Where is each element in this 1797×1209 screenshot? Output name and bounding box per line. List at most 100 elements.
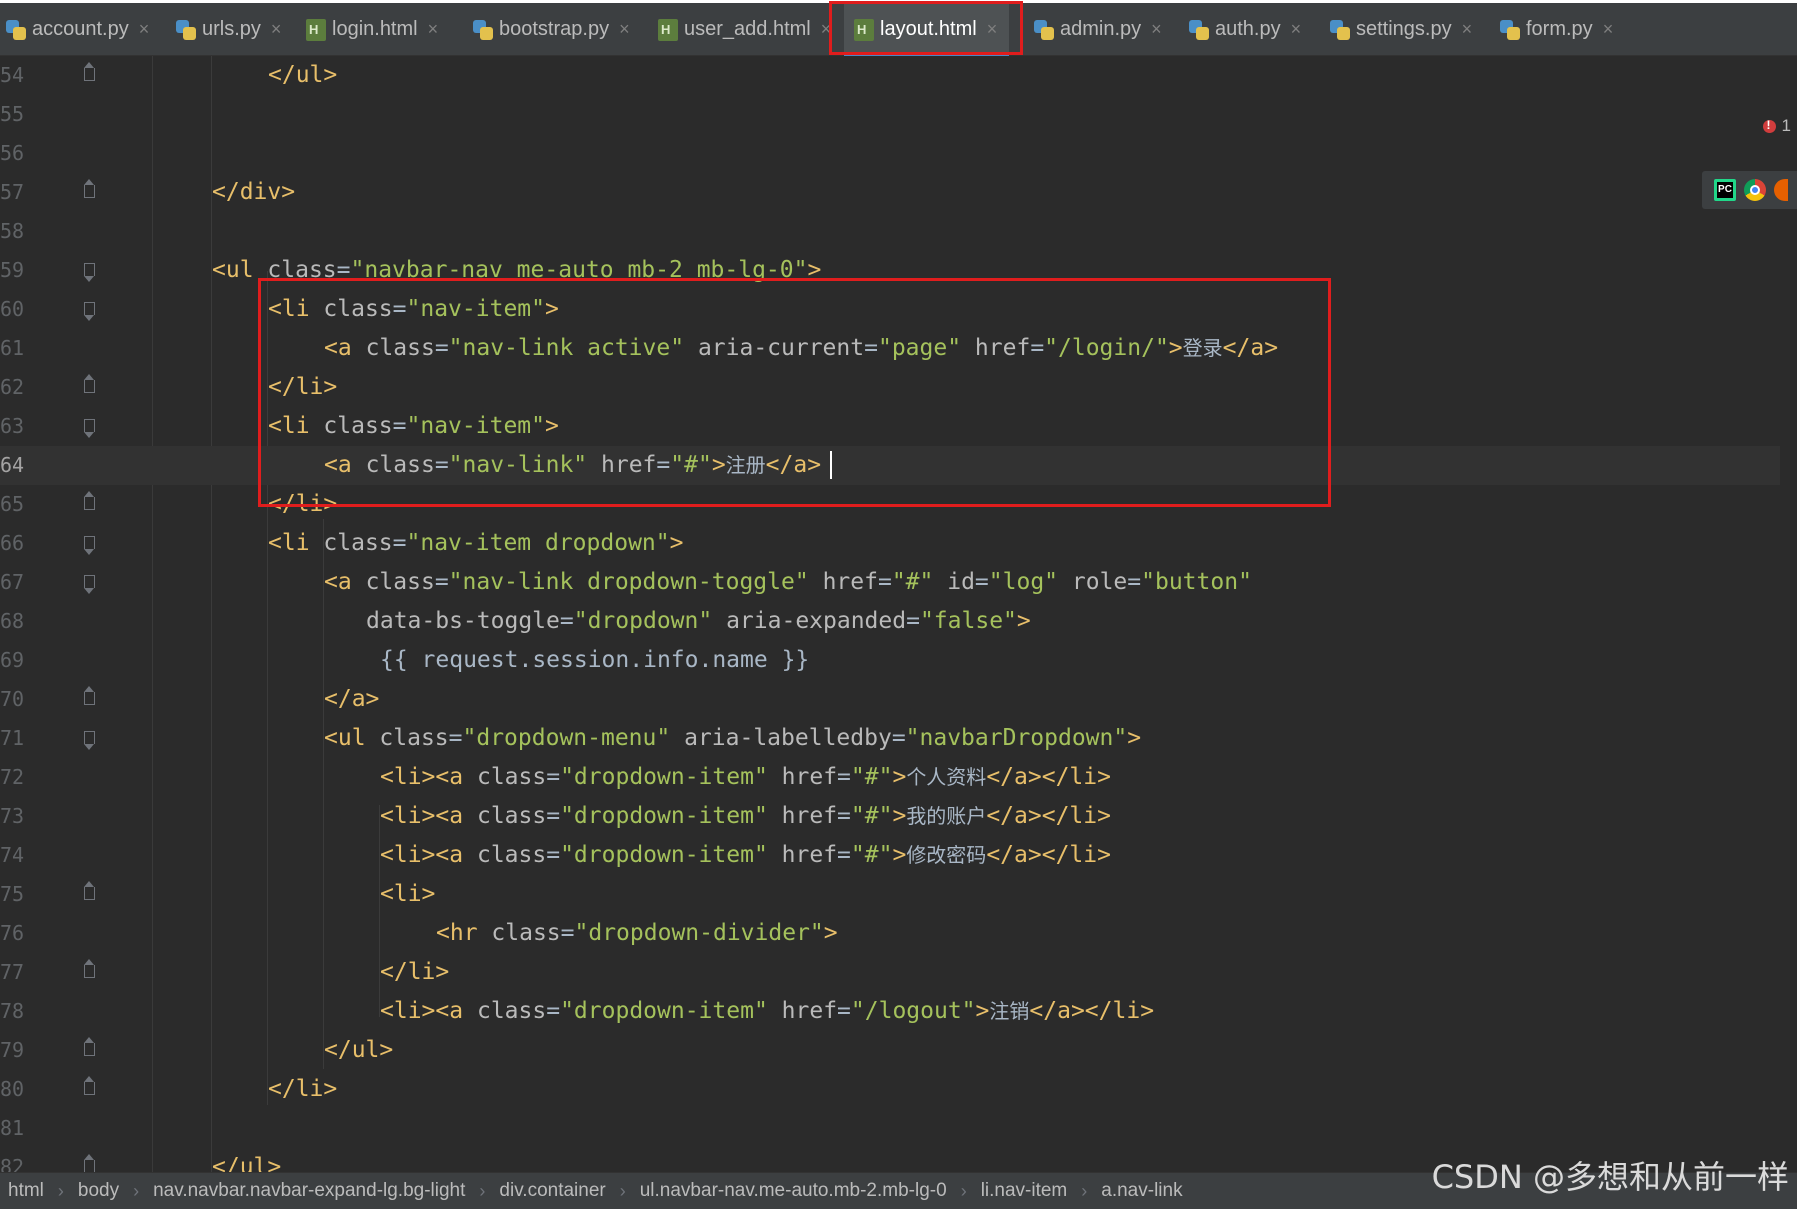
fold-end-icon[interactable] (84, 179, 95, 198)
breadcrumb-item-body[interactable]: body (78, 1180, 119, 1202)
line-number: 68 (0, 609, 25, 633)
fold-start-icon[interactable] (84, 302, 95, 321)
tab-label: user_add.html (684, 18, 811, 40)
tab-layout-html[interactable]: layout.html × (844, 3, 1009, 56)
tab-urls-py[interactable]: urls.py × (176, 3, 281, 56)
line-number: 73 (0, 804, 25, 828)
line-number: 70 (0, 687, 25, 711)
open-in-browser-toolbar (1702, 171, 1797, 209)
code-line: 72 <li><a class="dropdown-item" href="#"… (0, 758, 1780, 797)
code-line: 60 <li class="nav-item"> (0, 290, 1780, 329)
breadcrumb-item-ul[interactable]: ul.navbar-nav.me-auto.mb-2.mb-lg-0 (640, 1180, 947, 1202)
fold-start-icon[interactable] (84, 731, 95, 750)
code-text: </a> (324, 686, 380, 712)
fold-end-icon[interactable] (84, 491, 95, 510)
code-text: </li> (268, 1076, 338, 1102)
code-editor[interactable]: 54 </ul> 55 56 57 </div> 58 59 <ul class… (0, 56, 1797, 1180)
tab-close-icon[interactable]: × (1151, 19, 1162, 40)
code-line: 54 </ul> (0, 56, 1780, 95)
breadcrumb-item-li[interactable]: li.nav-item (981, 1180, 1068, 1202)
fold-end-icon[interactable] (84, 1076, 95, 1095)
fold-end-icon[interactable] (84, 959, 95, 978)
code-text: <a class="nav-link" href="#">注册</a> (324, 452, 822, 478)
breadcrumb-item-a[interactable]: a.nav-link (1101, 1180, 1182, 1202)
line-number: 64 (0, 453, 25, 477)
code-text: <li class="nav-item"> (268, 296, 559, 322)
code-text: <li class="nav-item"> (268, 413, 559, 439)
line-number: 75 (0, 882, 25, 906)
tab-close-icon[interactable]: × (1291, 19, 1302, 40)
html-file-icon (306, 18, 326, 41)
fold-start-icon[interactable] (84, 419, 95, 438)
tab-bootstrap-py[interactable]: bootstrap.py × (473, 3, 630, 56)
line-number: 55 (0, 102, 25, 126)
tab-close-icon[interactable]: × (428, 19, 439, 40)
python-file-icon (1034, 19, 1054, 41)
line-number: 61 (0, 336, 25, 360)
inspection-error-indicator[interactable]: 1 (1762, 116, 1791, 136)
tab-close-icon[interactable]: × (139, 19, 150, 40)
line-number: 60 (0, 297, 25, 321)
line-number: 71 (0, 726, 25, 750)
fold-end-icon[interactable] (84, 62, 95, 81)
tab-label: urls.py (202, 18, 261, 40)
line-number: 77 (0, 960, 25, 984)
tab-close-icon[interactable]: × (1462, 19, 1473, 40)
python-file-icon (176, 19, 196, 41)
error-count: 1 (1781, 116, 1791, 135)
tab-close-icon[interactable]: × (271, 19, 282, 40)
code-line: 74 <li><a class="dropdown-item" href="#"… (0, 836, 1780, 875)
code-line-current: 64 <a class="nav-link" href="#">注册</a> (0, 446, 1780, 485)
fold-start-icon[interactable] (84, 575, 95, 594)
tab-close-icon[interactable]: × (1603, 19, 1614, 40)
line-number: 78 (0, 999, 25, 1023)
chrome-icon[interactable] (1744, 179, 1766, 201)
code-line: 67 <a class="nav-link dropdown-toggle" h… (0, 563, 1780, 602)
code-text: <hr class="dropdown-divider"> (436, 920, 838, 946)
code-line: 62 </li> (0, 368, 1780, 407)
code-text: <ul class="navbar-nav me-auto mb-2 mb-lg… (212, 257, 822, 283)
tab-auth-py[interactable]: auth.py × (1189, 3, 1301, 56)
code-line: 65 </li> (0, 485, 1780, 524)
code-text: <li class="nav-item dropdown"> (268, 530, 684, 556)
fold-end-icon[interactable] (84, 881, 95, 900)
code-text: </li> (268, 491, 338, 517)
breadcrumb-item-nav[interactable]: nav.navbar.navbar-expand-lg.bg-light (153, 1180, 465, 1202)
fold-end-icon[interactable] (84, 686, 95, 705)
code-line: 59 <ul class="navbar-nav me-auto mb-2 mb… (0, 251, 1780, 290)
code-text: </li> (268, 374, 338, 400)
tab-label: bootstrap.py (499, 18, 610, 40)
fold-end-icon[interactable] (84, 374, 95, 393)
breadcrumb-separator: › (960, 1180, 967, 1201)
line-number: 79 (0, 1038, 25, 1062)
tab-account-py[interactable]: account.py × (6, 3, 149, 56)
html-file-icon (658, 18, 678, 41)
tab-label: login.html (332, 18, 418, 40)
tab-settings-py[interactable]: settings.py × (1330, 3, 1472, 56)
python-file-icon (1330, 19, 1350, 41)
tab-close-icon[interactable]: × (987, 19, 998, 40)
tab-user-add-html[interactable]: user_add.html × (658, 3, 831, 56)
line-number: 65 (0, 492, 25, 516)
tab-form-py[interactable]: form.py × (1500, 3, 1613, 56)
code-text: <li><a class="dropdown-item" href="#">修改… (380, 842, 1111, 868)
tab-close-icon[interactable]: × (821, 19, 832, 40)
fold-start-icon[interactable] (84, 263, 95, 282)
breadcrumb-item-div[interactable]: div.container (499, 1180, 605, 1202)
firefox-icon[interactable] (1774, 179, 1788, 201)
code-text: </ul> (324, 1037, 394, 1063)
code-line: 66 <li class="nav-item dropdown"> (0, 524, 1780, 563)
tab-admin-py[interactable]: admin.py × (1034, 3, 1162, 56)
code-line: 76 <hr class="dropdown-divider"> (0, 914, 1780, 953)
pycharm-icon[interactable] (1714, 179, 1736, 201)
fold-start-icon[interactable] (84, 536, 95, 555)
fold-end-icon[interactable] (84, 1037, 95, 1056)
code-line: 71 <ul class="dropdown-menu" aria-labell… (0, 719, 1780, 758)
breadcrumb-item-html[interactable]: html (8, 1180, 44, 1202)
tab-login-html[interactable]: login.html × (306, 3, 438, 56)
tab-close-icon[interactable]: × (619, 19, 630, 40)
line-number: 81 (0, 1116, 25, 1140)
code-line: 75 <li> (0, 875, 1780, 914)
code-line: 68 data-bs-toggle="dropdown" aria-expand… (0, 602, 1780, 641)
breadcrumb-separator: › (57, 1180, 64, 1201)
